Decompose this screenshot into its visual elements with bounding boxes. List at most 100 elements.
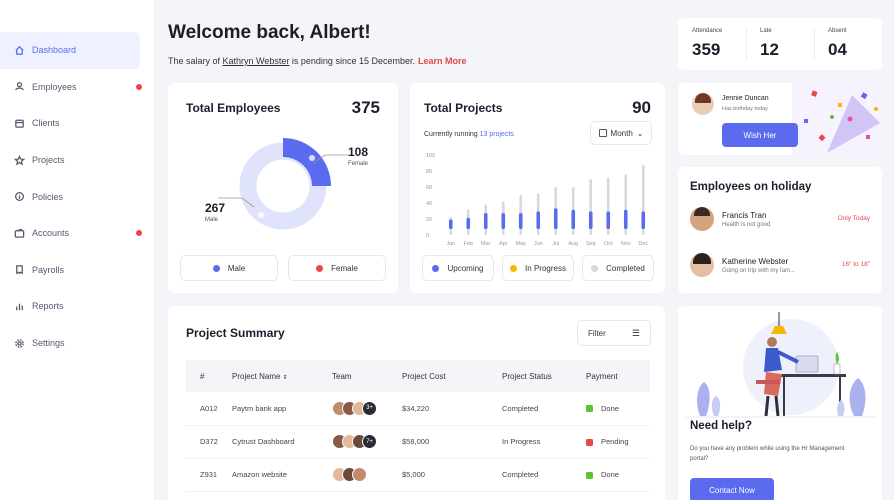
legend-label: Completed — [606, 263, 645, 273]
project-id: D372 — [186, 425, 232, 459]
sidebar-item-dashboard[interactable]: Dashboard — [0, 32, 140, 69]
sidebar-item-label: Projects — [32, 155, 65, 166]
legend-in-progress-button[interactable]: In Progress — [502, 255, 574, 281]
person-info: Katherine Webster Going on trip with my … — [722, 257, 795, 274]
legend-dot — [212, 264, 220, 272]
avatar — [690, 207, 714, 231]
card-title: Employees on holiday — [690, 181, 812, 193]
learn-more-link[interactable]: Learn More — [418, 56, 467, 66]
employees-on-holiday-card: Employees on holiday Francis Tran Health… — [678, 167, 882, 293]
team-avatars — [332, 458, 402, 492]
y-tick-label: 0 — [426, 233, 429, 239]
table-header-row: # Project Name ⇕ Team Project Cost Proje… — [186, 360, 650, 392]
payment-label: Pending — [601, 437, 629, 446]
stat-late: Late 12 — [746, 18, 814, 70]
column-header: Team — [332, 360, 402, 392]
project-status: Completed — [502, 458, 586, 492]
legend-dot — [591, 264, 599, 272]
birthday-person-name: Jennie Duncan — [722, 95, 769, 102]
payment-status: Done — [586, 458, 650, 492]
bar-value-may — [518, 213, 523, 229]
project-name: Cytrust Dashboard — [232, 425, 332, 459]
column-header-project-name[interactable]: Project Name ⇕ — [232, 360, 332, 392]
filter-button[interactable]: Filter ☰ — [577, 320, 651, 346]
avatar — [352, 467, 367, 482]
sidebar-item-clients[interactable]: Clients — [0, 105, 154, 142]
user-icon — [12, 80, 26, 94]
running-label: Currently running — [424, 131, 478, 138]
x-tick-label: Dec — [638, 241, 648, 247]
sidebar-item-reports[interactable]: Reports — [0, 288, 154, 325]
project-cost: $58,000 — [402, 425, 502, 459]
sidebar: Dashboard Employees Clients Projects Policie… — [0, 0, 155, 500]
calendar-icon — [598, 129, 607, 137]
project-status: Completed — [502, 392, 586, 426]
contact-now-button[interactable]: Contact Now — [690, 478, 774, 500]
filter-label: Filter — [588, 328, 606, 338]
sidebar-item-settings[interactable]: Settings — [0, 325, 154, 362]
page-title: Welcome back, Albert! — [168, 22, 371, 43]
legend-upcoming-button[interactable]: Upcoming — [422, 255, 494, 281]
sidebar-item-label: Settings — [32, 338, 65, 349]
sidebar-item-label: Accounts — [32, 228, 70, 239]
sidebar-item-accounts[interactable]: Accounts — [0, 215, 154, 252]
donut-marker — [258, 212, 264, 218]
birthday-card: Jennie Duncan Has birthday today Wish He… — [678, 83, 882, 155]
table-row[interactable]: D372 Cytrust Dashboard 7+ $58,000 In Progres… — [186, 425, 650, 459]
sidebar-item-employees[interactable]: Employees — [0, 69, 154, 106]
legend-label: Upcoming — [447, 263, 484, 273]
project-status: In Progress — [502, 425, 586, 459]
bar-value-oct — [606, 211, 611, 229]
wish-her-button[interactable]: Wish Her — [722, 123, 798, 147]
sidebar-item-label: Reports — [32, 301, 64, 312]
y-tick-label: 40 — [426, 201, 432, 207]
notice-text: is pending since 15 December. — [289, 56, 415, 66]
gender-donut-chart — [239, 138, 331, 230]
y-tick-label: 80 — [426, 169, 432, 175]
column-header: Project Status — [502, 360, 586, 392]
legend-label: Male — [227, 263, 246, 273]
period-dropdown[interactable]: Month ⌄ — [590, 121, 652, 145]
legend-female-button[interactable]: Female — [288, 255, 386, 281]
holiday-person[interactable]: Katherine Webster Going on trip with my … — [690, 253, 870, 277]
person-name: Francis Tran — [722, 210, 767, 220]
bar-value-jun — [536, 211, 541, 229]
office-worker-illustration — [686, 312, 876, 418]
stat-label: Absent — [828, 28, 847, 34]
female-label: Female — [348, 161, 369, 167]
bar-value-aug — [571, 209, 576, 229]
table-row[interactable]: Z931 Amazon website $5,000 Completed Done — [186, 458, 650, 492]
project-name: Amazon website — [232, 458, 332, 492]
legend-dot — [510, 264, 518, 272]
holiday-person[interactable]: Francis Tran Health is not good Only Tod… — [690, 207, 870, 231]
legend-completed-button[interactable]: Completed — [582, 255, 654, 281]
sidebar-item-payrolls[interactable]: Payrolls — [0, 252, 154, 289]
bar-value-sep — [588, 211, 593, 229]
bar-value-mar — [483, 213, 488, 229]
x-tick-label: Apr — [499, 241, 508, 247]
bar-value-feb — [466, 217, 471, 229]
notice-text: The salary of — [168, 56, 223, 66]
male-count: 267 — [205, 201, 226, 215]
person-note: Health is not good — [722, 221, 771, 228]
payment-dot — [586, 471, 593, 479]
sidebar-item-policies[interactable]: Policies — [0, 178, 154, 215]
column-header: Project Cost — [402, 360, 502, 392]
employee-link[interactable]: Kathryn Webster — [223, 56, 290, 66]
total-projects-card: Total Projects 90 Currently running 13 p… — [410, 83, 665, 293]
sidebar-item-projects[interactable]: Projects — [0, 142, 154, 179]
stat-value: 359 — [692, 40, 721, 59]
welcome-banner: Welcome back, Albert! The salary of Kath… — [168, 22, 467, 66]
avatar — [690, 253, 714, 277]
help-text: Do you have any problem while using the … — [690, 446, 845, 462]
sidebar-item-label: Clients — [32, 118, 60, 129]
female-callout: 108 Female — [348, 145, 368, 167]
bar-value-apr — [501, 213, 506, 229]
running-projects-link[interactable]: 13 projects — [480, 131, 514, 138]
card-title: Total Employees — [186, 101, 281, 115]
table-row[interactable]: A012 Paytm bank app 3+ $34,220 Completed Done — [186, 392, 650, 426]
calendar-icon — [12, 116, 26, 130]
stat-value: 04 — [828, 40, 847, 59]
sidebar-item-label: Policies — [32, 191, 64, 202]
legend-male-button[interactable]: Male — [180, 255, 278, 281]
